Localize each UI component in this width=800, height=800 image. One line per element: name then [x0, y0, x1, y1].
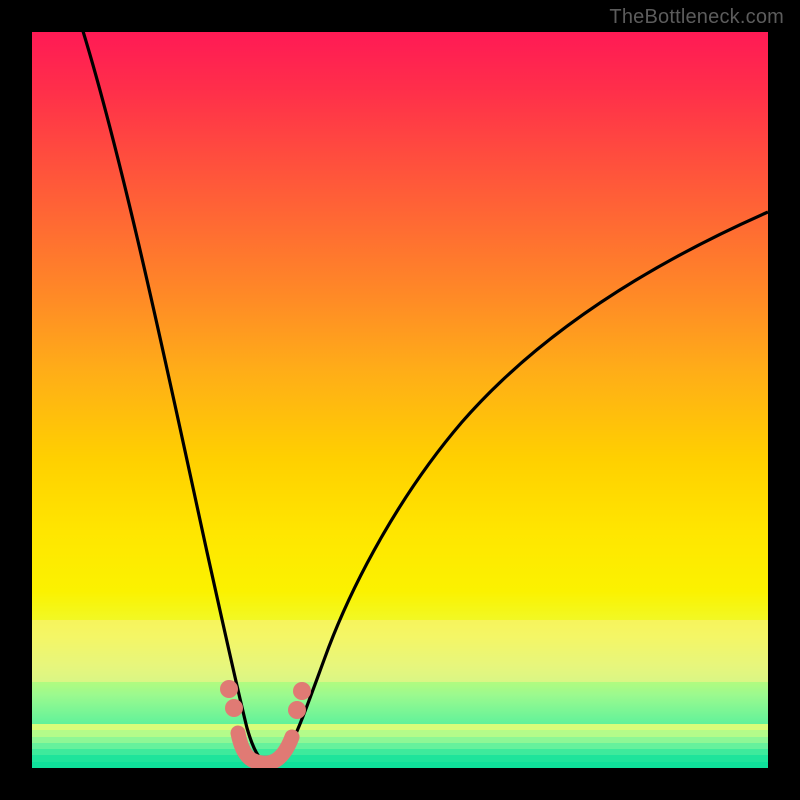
plot-area [32, 32, 768, 768]
outer-frame: TheBottleneck.com [0, 0, 800, 800]
marker-right-lower [288, 701, 306, 719]
marker-left-lower [225, 699, 243, 717]
minimum-band [238, 733, 292, 763]
watermark-text: TheBottleneck.com [609, 6, 784, 29]
curve-svg [32, 32, 768, 768]
bottleneck-curve [77, 32, 768, 764]
marker-left-upper [220, 680, 238, 698]
marker-right-upper [293, 682, 311, 700]
